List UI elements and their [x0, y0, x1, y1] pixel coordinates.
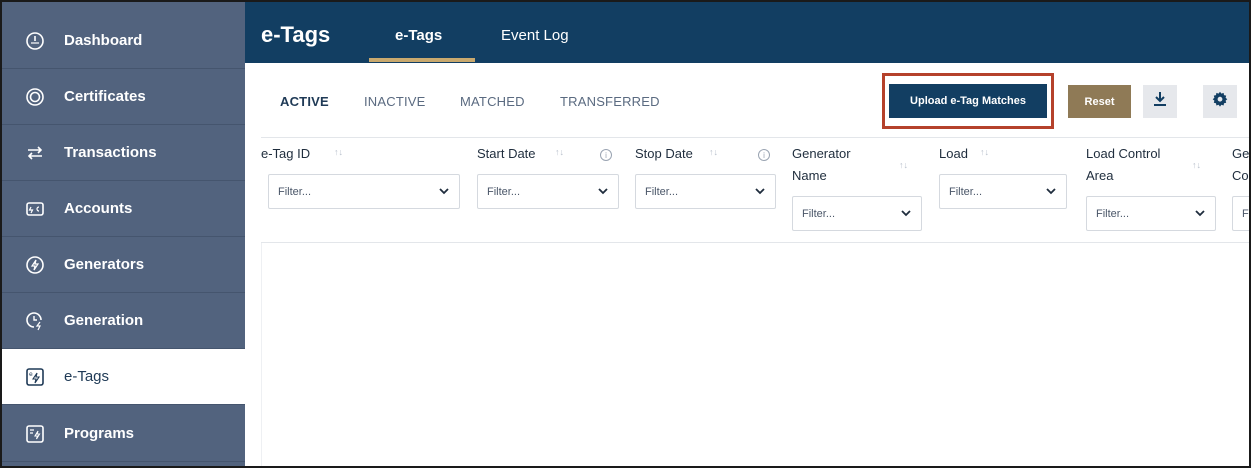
- app-window: Dashboard Certificates Transactions Acco…: [0, 0, 1251, 468]
- filter-dropdown[interactable]: Filter...: [792, 196, 922, 231]
- info-icon[interactable]: i: [758, 149, 770, 161]
- chevron-down-icon: [439, 188, 449, 195]
- download-button[interactable]: [1143, 85, 1177, 118]
- sidebar-item-label: Generators: [64, 256, 145, 273]
- settings-button[interactable]: [1203, 85, 1237, 118]
- sidebar-item-label: Generation: [64, 312, 144, 329]
- column-header-label: Generator: [792, 146, 851, 161]
- tab-etags[interactable]: e-Tags: [395, 27, 442, 44]
- subtab-inactive[interactable]: INACTIVE: [364, 94, 426, 109]
- active-tab-indicator: [369, 58, 475, 62]
- upload-etag-matches-button[interactable]: Upload e-Tag Matches: [889, 84, 1047, 118]
- sidebar-item-label: Certificates: [64, 88, 146, 105]
- filter-dropdown[interactable]: F: [1232, 196, 1249, 231]
- filter-dropdown[interactable]: Filter...: [939, 174, 1067, 209]
- sidebar-item-dashboard[interactable]: Dashboard: [2, 13, 245, 69]
- sidebar-item-etags[interactable]: e e-Tags: [2, 349, 245, 405]
- transfer-arrows-icon: [24, 142, 46, 164]
- column-header-label: Start Date: [477, 146, 536, 161]
- column-header-label: e-Tag ID: [261, 146, 311, 161]
- reset-button[interactable]: Reset: [1068, 85, 1131, 118]
- filter-dropdown[interactable]: Filter...: [477, 174, 619, 209]
- sidebar-item-certificates[interactable]: Certificates: [2, 69, 245, 125]
- sidebar-item-programs[interactable]: Programs: [2, 406, 245, 462]
- clock-bolt-icon: [24, 310, 46, 332]
- bolt-circle-icon: [24, 254, 46, 276]
- chevron-down-icon: [1195, 210, 1205, 217]
- column-header-label: Load: [939, 146, 968, 161]
- column-header-label: Load Control: [1086, 146, 1161, 161]
- page-title: e-Tags: [261, 22, 331, 47]
- filter-dropdown[interactable]: Filter...: [1086, 196, 1216, 231]
- sidebar-item-transactions[interactable]: Transactions: [2, 125, 245, 181]
- certificate-icon: [24, 86, 46, 108]
- sidebar: Dashboard Certificates Transactions Acco…: [2, 2, 245, 466]
- column-header-label: Area: [1086, 168, 1114, 183]
- chevron-down-icon: [755, 188, 765, 195]
- sidebar-item-label: Programs: [64, 425, 135, 442]
- sort-icon[interactable]: ↑↓: [709, 147, 718, 157]
- download-icon: [1152, 91, 1168, 112]
- sidebar-item-label: e-Tags: [64, 368, 110, 385]
- sidebar-item-label: Accounts: [64, 200, 133, 217]
- sort-icon[interactable]: ↑↓: [1192, 160, 1201, 170]
- table-header: e-Tag ID ↑↓ Filter... Start Date ↑↓ i Fi…: [261, 137, 1250, 243]
- column-header-label: Stop Date: [635, 146, 693, 161]
- sort-icon[interactable]: ↑↓: [334, 147, 343, 157]
- subtab-matched[interactable]: MATCHED: [460, 94, 525, 109]
- table-body-edge: [261, 243, 262, 466]
- sidebar-item-label: Transactions: [64, 144, 157, 161]
- sort-icon[interactable]: ↑↓: [980, 147, 989, 157]
- dashboard-gauge-icon: [24, 30, 46, 52]
- gear-icon: [1212, 91, 1228, 112]
- sort-icon[interactable]: ↑↓: [555, 147, 564, 157]
- account-card-icon: [24, 198, 46, 220]
- chevron-down-icon: [598, 188, 608, 195]
- status-subtabs: ACTIVE INACTIVE MATCHED TRANSFERRED Uplo…: [245, 63, 1249, 137]
- page-header: e-Tags e-Tags Event Log: [245, 2, 1249, 63]
- etag-icon: e: [24, 366, 46, 388]
- sort-icon[interactable]: ↑↓: [899, 160, 908, 170]
- info-icon[interactable]: i: [600, 149, 612, 161]
- sidebar-item-accounts[interactable]: Accounts: [2, 181, 245, 237]
- column-header-label: Co: [1232, 168, 1249, 183]
- sidebar-item-generation[interactable]: Generation: [2, 293, 245, 349]
- svg-text:e: e: [29, 371, 33, 378]
- chevron-down-icon: [901, 210, 911, 217]
- program-doc-icon: [24, 423, 46, 445]
- subtab-active[interactable]: ACTIVE: [280, 94, 329, 109]
- main-content: ACTIVE INACTIVE MATCHED TRANSFERRED Uplo…: [245, 63, 1250, 466]
- filter-dropdown[interactable]: Filter...: [635, 174, 776, 209]
- filter-dropdown[interactable]: Filter...: [268, 174, 460, 209]
- tab-event-log[interactable]: Event Log: [501, 27, 569, 44]
- chevron-down-icon: [1046, 188, 1056, 195]
- column-header-label: Ge: [1232, 146, 1250, 161]
- column-header-label: Name: [792, 168, 827, 183]
- sidebar-item-label: Dashboard: [64, 32, 143, 49]
- sidebar-item-generators[interactable]: Generators: [2, 237, 245, 293]
- subtab-transferred[interactable]: TRANSFERRED: [560, 94, 660, 109]
